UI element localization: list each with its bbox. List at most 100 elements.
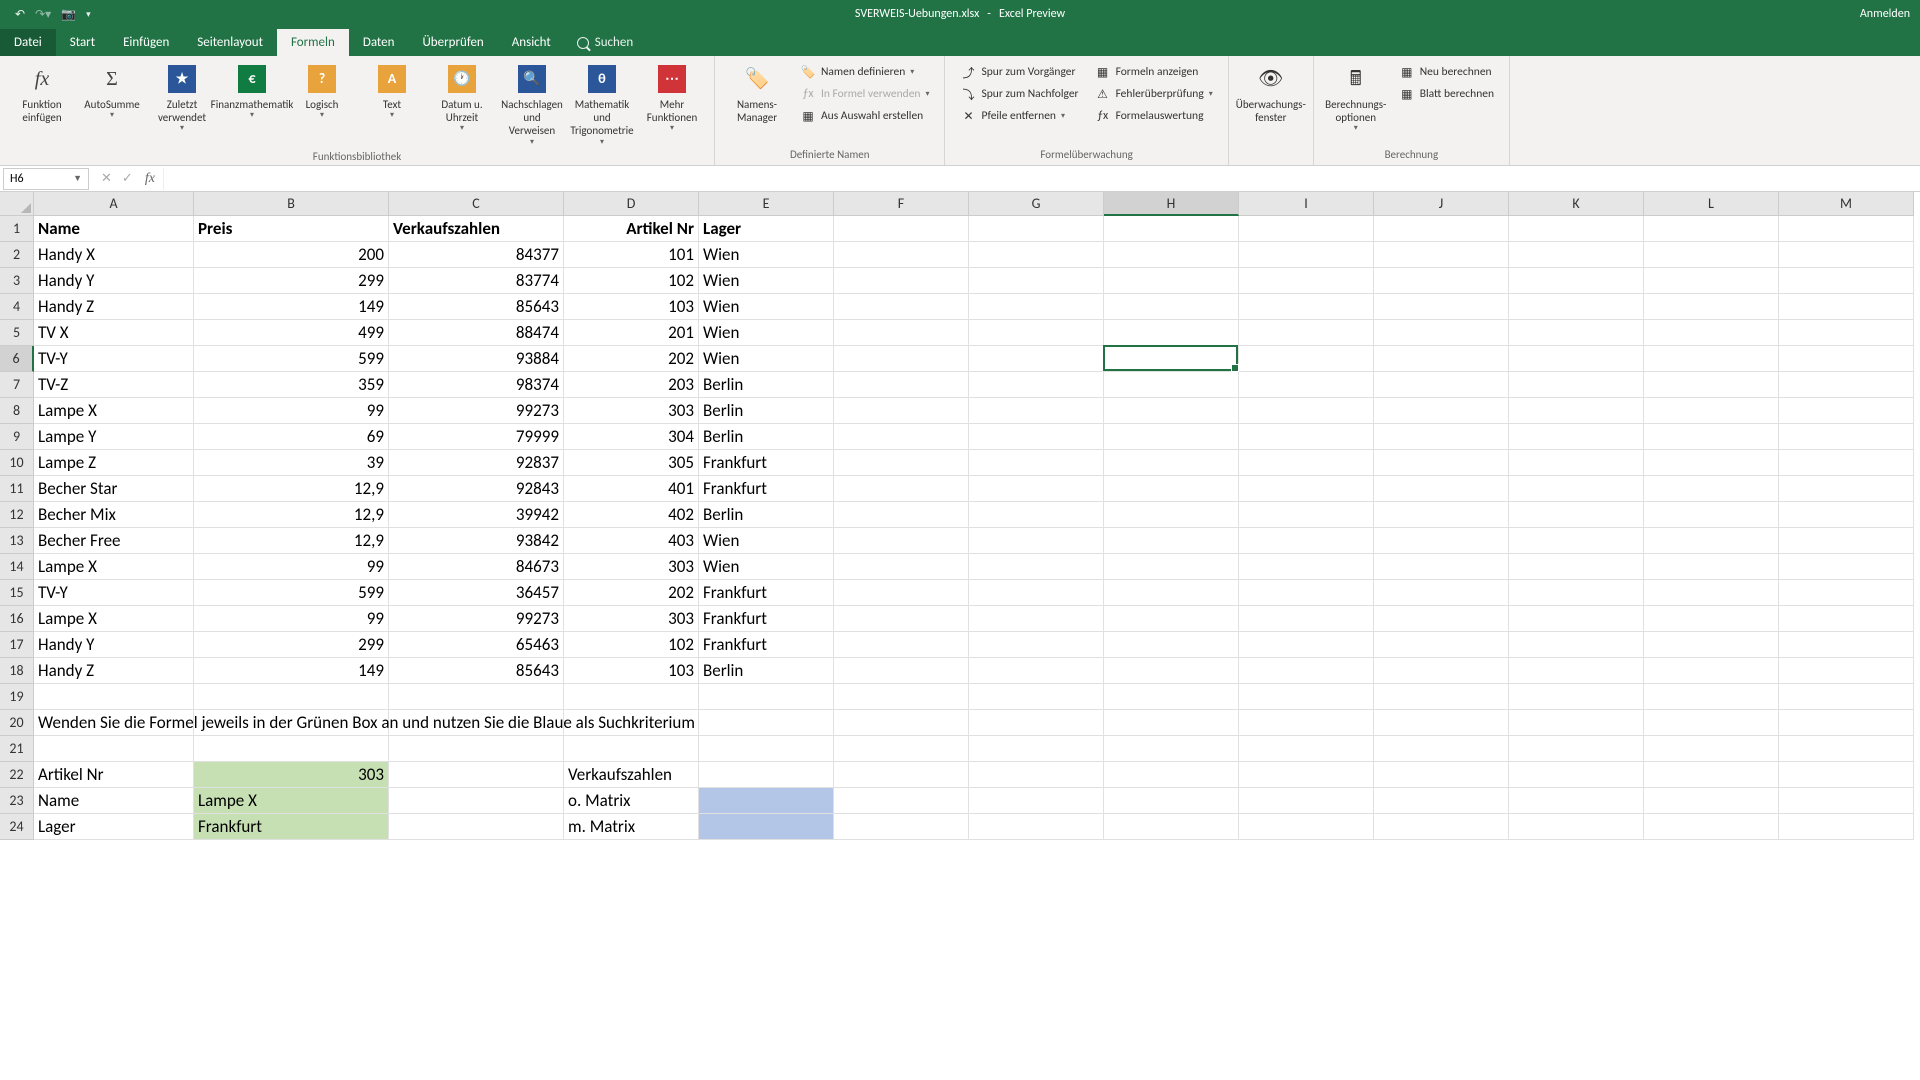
- cell[interactable]: 401: [564, 476, 699, 502]
- cell[interactable]: [1644, 424, 1779, 450]
- cell[interactable]: [1374, 476, 1509, 502]
- autosum-button[interactable]: ΣAutoSumme: [78, 60, 146, 124]
- column-header-K[interactable]: K: [1509, 192, 1644, 216]
- cell[interactable]: [969, 424, 1104, 450]
- logical-button[interactable]: ?Logisch: [288, 60, 356, 124]
- cell[interactable]: 85643: [389, 294, 564, 320]
- cell[interactable]: [1644, 658, 1779, 684]
- cell[interactable]: Frankfurt: [699, 476, 834, 502]
- cell[interactable]: [1374, 450, 1509, 476]
- cell[interactable]: Lager: [34, 814, 194, 840]
- fx-icon[interactable]: fx: [145, 171, 163, 187]
- cell[interactable]: [1779, 450, 1914, 476]
- lookup-button[interactable]: 🔍Nachschlagen und Verweisen: [498, 60, 566, 150]
- cell[interactable]: [1779, 788, 1914, 814]
- cell[interactable]: [969, 658, 1104, 684]
- cell[interactable]: Artikel Nr: [564, 216, 699, 242]
- cell[interactable]: 98374: [389, 372, 564, 398]
- cell[interactable]: [834, 658, 969, 684]
- cell[interactable]: Handy Y: [34, 268, 194, 294]
- cell[interactable]: [1779, 528, 1914, 554]
- cell[interactable]: [1509, 632, 1644, 658]
- cell[interactable]: [834, 476, 969, 502]
- cell[interactable]: 304: [564, 424, 699, 450]
- cell[interactable]: [699, 710, 834, 736]
- cell[interactable]: [1374, 372, 1509, 398]
- cell[interactable]: 88474: [389, 320, 564, 346]
- cell[interactable]: 402: [564, 502, 699, 528]
- cell[interactable]: [1509, 450, 1644, 476]
- cell[interactable]: [1239, 372, 1374, 398]
- cell[interactable]: [969, 580, 1104, 606]
- cell[interactable]: 599: [194, 346, 389, 372]
- cell[interactable]: [1509, 606, 1644, 632]
- cell[interactable]: Becher Mix: [34, 502, 194, 528]
- cell[interactable]: 359: [194, 372, 389, 398]
- column-header-I[interactable]: I: [1239, 192, 1374, 216]
- cell[interactable]: [1374, 554, 1509, 580]
- define-name-button[interactable]: 🏷️Namen definieren: [797, 62, 932, 82]
- cell[interactable]: [1374, 398, 1509, 424]
- cell[interactable]: [1374, 216, 1509, 242]
- cell[interactable]: [1239, 762, 1374, 788]
- cell[interactable]: [1104, 528, 1239, 554]
- cell[interactable]: [1239, 320, 1374, 346]
- row-header[interactable]: 2: [0, 242, 34, 268]
- cell[interactable]: 305: [564, 450, 699, 476]
- name-box[interactable]: H6 ▼: [3, 168, 89, 190]
- cell[interactable]: Lampe Y: [34, 424, 194, 450]
- cell[interactable]: [1374, 814, 1509, 840]
- cell[interactable]: [1374, 606, 1509, 632]
- cell[interactable]: [699, 762, 834, 788]
- cell[interactable]: [1644, 580, 1779, 606]
- row-header[interactable]: 11: [0, 476, 34, 502]
- cell[interactable]: [1104, 710, 1239, 736]
- cell[interactable]: Lampe Z: [34, 450, 194, 476]
- cell[interactable]: 83774: [389, 268, 564, 294]
- cell[interactable]: [834, 372, 969, 398]
- cell[interactable]: [834, 268, 969, 294]
- cell[interactable]: [1779, 346, 1914, 372]
- cell[interactable]: [1104, 372, 1239, 398]
- cell[interactable]: [1779, 710, 1914, 736]
- cell[interactable]: [834, 762, 969, 788]
- cell[interactable]: Frankfurt: [194, 814, 389, 840]
- cell[interactable]: [1104, 814, 1239, 840]
- cell[interactable]: [834, 554, 969, 580]
- cell[interactable]: [1239, 814, 1374, 840]
- row-header[interactable]: 24: [0, 814, 34, 840]
- cell[interactable]: [969, 710, 1104, 736]
- math-button[interactable]: θMathematik und Trigonometrie: [568, 60, 636, 150]
- cell[interactable]: [1644, 606, 1779, 632]
- tell-me-search[interactable]: Suchen: [565, 29, 645, 56]
- cell[interactable]: [1509, 528, 1644, 554]
- cell[interactable]: [1509, 710, 1644, 736]
- cell[interactable]: Lampe X: [194, 788, 389, 814]
- camera-icon[interactable]: 📷: [61, 7, 76, 22]
- cell[interactable]: [194, 684, 389, 710]
- cell[interactable]: [1239, 554, 1374, 580]
- cell[interactable]: [1509, 736, 1644, 762]
- row-header[interactable]: 15: [0, 580, 34, 606]
- cell[interactable]: 200: [194, 242, 389, 268]
- cell[interactable]: Preis: [194, 216, 389, 242]
- cell[interactable]: [1779, 684, 1914, 710]
- cell[interactable]: [1644, 684, 1779, 710]
- cell[interactable]: [1239, 528, 1374, 554]
- qat-customize-icon[interactable]: ▾: [86, 9, 91, 20]
- row-header[interactable]: 17: [0, 632, 34, 658]
- cell[interactable]: [1239, 658, 1374, 684]
- cell[interactable]: Handy Z: [34, 294, 194, 320]
- cell[interactable]: 101: [564, 242, 699, 268]
- calc-options-button[interactable]: 🖩Berechnungs-optionen: [1322, 60, 1390, 137]
- cell[interactable]: [564, 684, 699, 710]
- cell[interactable]: [34, 684, 194, 710]
- cell[interactable]: [969, 814, 1104, 840]
- row-header[interactable]: 9: [0, 424, 34, 450]
- cell[interactable]: [969, 554, 1104, 580]
- cell[interactable]: 92837: [389, 450, 564, 476]
- cell[interactable]: 202: [564, 346, 699, 372]
- row-header[interactable]: 10: [0, 450, 34, 476]
- cell[interactable]: [969, 632, 1104, 658]
- tab-file[interactable]: Datei: [0, 29, 56, 56]
